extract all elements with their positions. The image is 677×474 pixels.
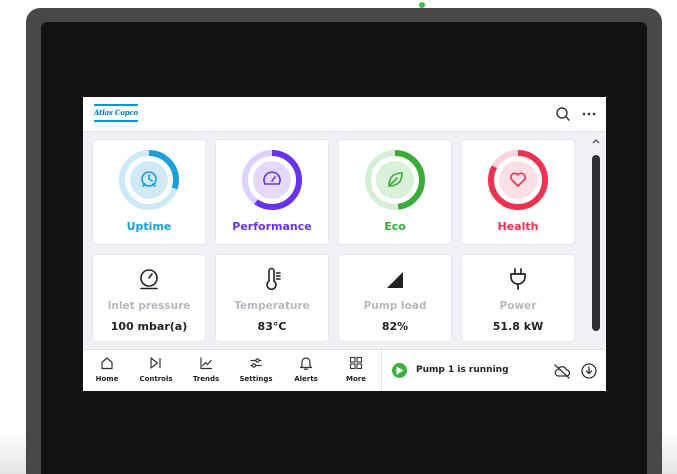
nav-trends[interactable]: Trends xyxy=(186,350,226,391)
eco-label: Eco xyxy=(384,220,406,233)
hmi-screen: Atlas Copco Uptime Performance Eco Healt… xyxy=(83,97,606,391)
performance-ring xyxy=(242,150,302,210)
plug-icon xyxy=(510,268,526,290)
chevron-up-icon[interactable] xyxy=(590,135,602,147)
more-options-button[interactable] xyxy=(581,106,597,122)
eco-tile[interactable]: Eco xyxy=(339,140,451,244)
more-horizontal-icon xyxy=(582,112,596,116)
vertical-scrollbar[interactable] xyxy=(590,135,602,345)
temperature-label: Temperature xyxy=(234,300,310,312)
pump-status-indicator xyxy=(392,363,407,378)
bell-icon xyxy=(299,357,313,370)
atlas-copco-logo: Atlas Copco xyxy=(94,104,138,124)
signal-ramp-icon xyxy=(387,272,403,288)
uptime-label: Uptime xyxy=(126,220,172,233)
power-label: Power xyxy=(499,300,537,312)
top-bar: Atlas Copco xyxy=(83,97,606,132)
power-value: 51.8 kW xyxy=(492,320,544,333)
pump-load-label: Pump load xyxy=(363,300,427,312)
bottom-navigation: Home Controls Trends Settings Alerts Mor… xyxy=(83,349,606,391)
performance-label: Performance xyxy=(232,220,312,233)
dashboard-content: Uptime Performance Eco Health Inlet pres… xyxy=(83,133,595,345)
health-label: Health xyxy=(497,220,539,233)
temperature-value: 83°C xyxy=(257,320,287,333)
inlet-pressure-value: 100 mbar(a) xyxy=(110,320,188,333)
cloud-offline-button[interactable] xyxy=(553,362,571,380)
nav-alerts[interactable]: Alerts xyxy=(286,350,326,391)
uptime-tile[interactable]: Uptime xyxy=(93,140,205,244)
power-tile[interactable]: Power 51.8 kW xyxy=(462,255,574,341)
cloud-off-icon xyxy=(554,364,571,379)
search-button[interactable] xyxy=(555,106,571,122)
home-icon xyxy=(101,357,113,370)
nav-settings[interactable]: Settings xyxy=(236,350,276,391)
pump-load-tile[interactable]: Pump load 82% xyxy=(339,255,451,341)
thermometer-icon xyxy=(266,267,281,290)
search-icon xyxy=(556,107,570,121)
uptime-ring xyxy=(119,150,179,210)
temperature-tile[interactable]: Temperature 83°C xyxy=(216,255,328,341)
service-info-button[interactable] xyxy=(580,362,598,380)
sliders-icon xyxy=(250,358,262,368)
line-chart-icon xyxy=(200,357,212,370)
inlet-pressure-tile[interactable]: Inlet pressure 100 mbar(a) xyxy=(93,255,205,341)
scrollbar-thumb[interactable] xyxy=(592,155,600,331)
nav-divider xyxy=(381,350,382,391)
pressure-gauge-icon xyxy=(140,269,158,290)
play-pause-icon xyxy=(150,357,161,369)
nav-controls[interactable]: Controls xyxy=(136,350,176,391)
grid-icon xyxy=(349,356,363,370)
info-download-icon xyxy=(581,363,597,379)
pump-load-value: 82% xyxy=(381,320,409,333)
performance-tile[interactable]: Performance xyxy=(216,140,328,244)
inlet-pressure-label: Inlet pressure xyxy=(107,300,191,312)
photo-background: Atlas Copco Uptime Performance Eco Healt… xyxy=(0,0,677,474)
nav-home[interactable]: Home xyxy=(87,350,127,391)
eco-ring xyxy=(365,150,425,210)
nav-more[interactable]: More xyxy=(336,350,376,391)
health-ring xyxy=(488,150,548,210)
pump-status-text: Pump 1 is running xyxy=(416,365,509,375)
health-tile[interactable]: Health xyxy=(462,140,574,244)
play-icon xyxy=(396,366,404,375)
